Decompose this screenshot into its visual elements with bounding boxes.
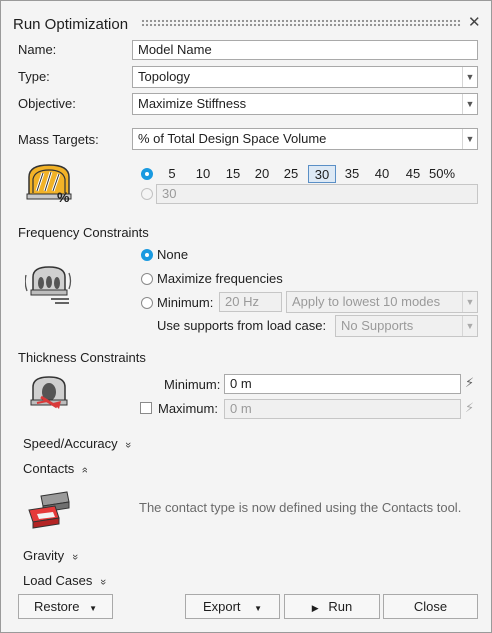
apply-modes-value: Apply to lowest 10 modes (292, 294, 441, 309)
close-icon[interactable]: ✕ (468, 15, 481, 31)
percent-option[interactable]: 25 (281, 165, 301, 183)
frequency-none-label: None (157, 247, 189, 262)
thickness-max-label: Maximum: (158, 401, 218, 416)
gravity-label: Gravity (23, 548, 65, 563)
frequency-minimum-label: Minimum: (157, 295, 214, 310)
play-icon: ▶ (311, 603, 319, 613)
supports-label: Use supports from load case: (157, 318, 327, 333)
supports-dropdown[interactable]: No Supports ▼ (335, 315, 478, 337)
thickness-min-label: Minimum: (164, 377, 221, 392)
frequency-maximize-label: Maximize frequencies (157, 271, 283, 286)
mass-custom-input[interactable]: 30 (156, 184, 478, 204)
chevron-down-icon: » (122, 441, 135, 449)
close-label: Close (413, 599, 448, 614)
percent-option[interactable]: 10 (193, 165, 213, 183)
percent-option[interactable]: 40 (372, 165, 392, 183)
lightning-icon[interactable]: ⚡︎ (465, 375, 474, 391)
frequency-minimum-radio[interactable] (141, 297, 153, 309)
type-value: Topology (138, 69, 191, 84)
apply-modes-dropdown[interactable]: Apply to lowest 10 modes ▼ (286, 291, 478, 313)
name-label: Name: (18, 42, 57, 57)
chevron-down-icon: » (68, 553, 81, 561)
arrow-down-icon: ▼ (462, 316, 477, 336)
export-label: Export (202, 599, 241, 614)
run-label: Run (328, 599, 353, 614)
arrow-down-icon: ▼ (462, 67, 477, 87)
frequency-icon (24, 263, 73, 305)
close-button[interactable]: Close (383, 594, 478, 619)
lightning-icon[interactable]: ⚡︎ (465, 400, 474, 416)
name-input[interactable]: Model Name (132, 40, 478, 60)
type-label: Type: (18, 69, 50, 84)
arrow-down-icon: ▼ (89, 604, 98, 613)
contacts-header[interactable]: Contacts » (23, 461, 91, 476)
contacts-label: Contacts (23, 461, 75, 476)
chevron-down-icon: » (97, 578, 110, 586)
contacts-note: The contact type is now defined using th… (139, 500, 462, 515)
chevron-up-icon: » (79, 466, 91, 474)
percent-option[interactable]: 35 (342, 165, 362, 183)
type-dropdown[interactable]: Topology ▼ (132, 66, 478, 88)
run-optimization-dialog: Run Optimization ✕ Name: Model Name Type… (0, 0, 492, 633)
percent-option[interactable]: 15 (223, 165, 243, 183)
frequency-section-title: Frequency Constraints (18, 225, 149, 240)
thickness-section-title: Thickness Constraints (18, 350, 146, 365)
drag-handle[interactable] (141, 19, 461, 27)
thickness-max-checkbox[interactable] (140, 402, 152, 414)
thickness-min-input[interactable]: 0 m (224, 374, 461, 394)
arrow-down-icon: ▼ (462, 129, 477, 149)
mass-targets-value: % of Total Design Space Volume (138, 131, 327, 146)
mass-targets-dropdown[interactable]: % of Total Design Space Volume ▼ (132, 128, 478, 150)
thickness-max-input[interactable]: 0 m (224, 399, 461, 419)
dialog-title: Run Optimization (13, 16, 129, 33)
objective-label: Objective: (18, 96, 76, 111)
thickness-icon (27, 373, 73, 413)
percent-badge: % (57, 189, 70, 205)
frequency-minimum-input[interactable]: 20 Hz (219, 292, 282, 312)
arrow-down-icon: ▼ (462, 94, 477, 114)
percent-option[interactable]: 20 (252, 165, 272, 183)
percent-option[interactable]: 5 (163, 165, 181, 183)
objective-value: Maximize Stiffness (138, 96, 247, 111)
restore-label: Restore (33, 599, 80, 614)
supports-value: No Supports (341, 318, 414, 333)
frequency-none-radio[interactable] (141, 249, 153, 261)
export-button[interactable]: Export ▼ (185, 594, 280, 619)
arrow-down-icon: ▼ (254, 604, 263, 613)
load-cases-header[interactable]: Load Cases » (23, 573, 110, 588)
run-button[interactable]: ▶ Run (284, 594, 380, 619)
speed-accuracy-header[interactable]: Speed/Accuracy » (23, 436, 135, 451)
frequency-maximize-radio[interactable] (141, 273, 153, 285)
objective-dropdown[interactable]: Maximize Stiffness ▼ (132, 93, 478, 115)
gravity-header[interactable]: Gravity » (23, 548, 81, 563)
percent-option[interactable]: 50% (428, 165, 456, 183)
percent-option[interactable]: 45 (403, 165, 423, 183)
arrow-down-icon: ▼ (462, 292, 477, 312)
percent-option[interactable]: 30 (308, 165, 336, 183)
mass-preset-radio[interactable] (141, 168, 153, 180)
restore-button[interactable]: Restore ▼ (18, 594, 113, 619)
contacts-icon (27, 490, 73, 530)
speed-accuracy-label: Speed/Accuracy (23, 436, 118, 451)
load-cases-label: Load Cases (23, 573, 93, 588)
mass-custom-radio[interactable] (141, 188, 153, 200)
mass-volume-icon: % (25, 161, 75, 207)
mass-targets-label: Mass Targets: (18, 132, 99, 147)
